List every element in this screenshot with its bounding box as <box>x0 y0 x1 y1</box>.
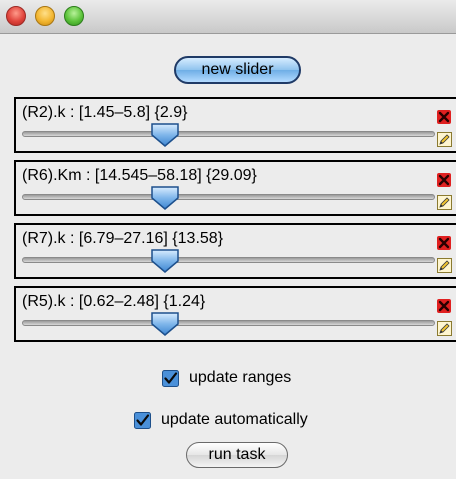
edit-slider-pencil-icon[interactable] <box>437 195 452 210</box>
slider-track[interactable] <box>22 257 435 263</box>
edit-slider-pencil-icon[interactable] <box>437 132 452 147</box>
delete-slider-icon[interactable] <box>436 298 452 314</box>
close-window-button[interactable] <box>6 6 26 26</box>
run-task-button[interactable]: run task <box>186 442 288 468</box>
title-bar[interactable] <box>0 0 456 34</box>
app-window: new slider (R2).k : [1.45–5.8] {2.9} (R6… <box>0 0 456 479</box>
slider-panel: (R2).k : [1.45–5.8] {2.9} <box>14 97 456 153</box>
slider-label: (R2).k : [1.45–5.8] {2.9} <box>22 104 188 121</box>
edit-slider-pencil-icon[interactable] <box>437 258 452 273</box>
slider-thumb[interactable] <box>150 185 180 211</box>
update-automatically-label: update automatically <box>161 411 308 428</box>
delete-slider-icon[interactable] <box>436 109 452 125</box>
slider-thumb[interactable] <box>150 122 180 148</box>
edit-slider-pencil-icon[interactable] <box>437 321 452 336</box>
slider-track[interactable] <box>22 320 435 326</box>
update-ranges-checkbox[interactable] <box>162 369 179 387</box>
zoom-window-button[interactable] <box>64 6 84 26</box>
update-ranges-option[interactable]: update ranges <box>162 367 291 389</box>
slider-thumb[interactable] <box>150 248 180 274</box>
slider-panel: (R6).Km : [14.545–58.18] {29.09} <box>14 160 456 216</box>
update-automatically-checkbox[interactable] <box>134 411 151 429</box>
slider-label: (R5).k : [0.62–2.48] {1.24} <box>22 293 206 310</box>
update-automatically-option[interactable]: update automatically <box>134 409 308 431</box>
slider-panel: (R5).k : [0.62–2.48] {1.24} <box>14 286 456 342</box>
minimize-window-button[interactable] <box>35 6 55 26</box>
new-slider-button[interactable]: new slider <box>174 56 301 84</box>
delete-slider-icon[interactable] <box>436 235 452 251</box>
slider-track[interactable] <box>22 131 435 137</box>
slider-thumb[interactable] <box>150 311 180 337</box>
slider-panel: (R7).k : [6.79–27.16] {13.58} <box>14 223 456 279</box>
update-ranges-label: update ranges <box>189 369 292 386</box>
slider-track[interactable] <box>22 194 435 200</box>
delete-slider-icon[interactable] <box>436 172 452 188</box>
slider-label: (R6).Km : [14.545–58.18] {29.09} <box>22 167 257 184</box>
slider-label: (R7).k : [6.79–27.16] {13.58} <box>22 230 224 247</box>
